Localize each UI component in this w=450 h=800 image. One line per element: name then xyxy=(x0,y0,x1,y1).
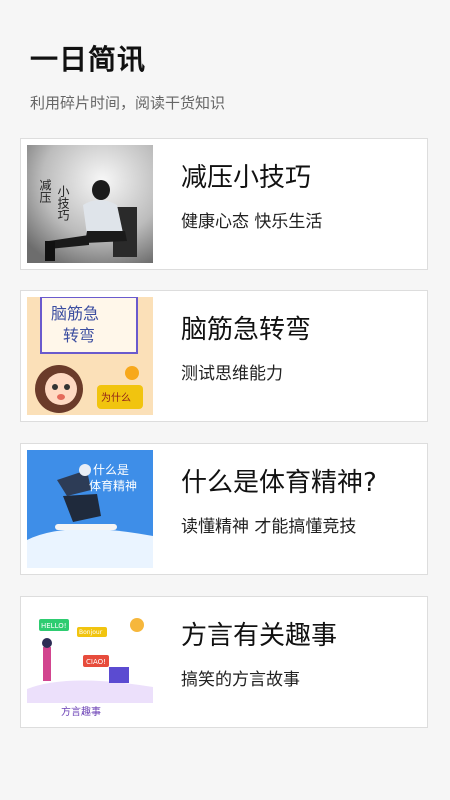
card-subtitle: 读懂精神 才能搞懂竞技 xyxy=(181,517,357,537)
thumb-text-1: 减压 xyxy=(38,179,52,203)
article-card-brain-teaser[interactable]: 脑筋急 转弯 为什么 脑筋急转弯 测试思维能力 xyxy=(20,290,428,422)
snowboarder-image: 什么是 体育精神 xyxy=(27,450,153,568)
thumb-text-2: 小技巧 xyxy=(56,185,70,221)
card-subtitle: 搞笑的方言故事 xyxy=(181,670,300,690)
page-title: 一日简讯 xyxy=(30,43,147,76)
thumb-text-4: 方言趣事 xyxy=(61,705,101,718)
brain-teaser-cartoon-image: 脑筋急 转弯 为什么 xyxy=(27,297,153,415)
page-subtitle: 利用碎片时间，阅读干货知识 xyxy=(30,94,226,112)
card-title: 脑筋急转弯 xyxy=(181,315,312,345)
thumb-text-1: 脑筋急 xyxy=(51,304,99,323)
card-title: 什么是体育精神? xyxy=(181,468,377,498)
thumb-text-3: 为什么 xyxy=(101,392,131,404)
card-subtitle: 测试思维能力 xyxy=(181,364,283,384)
article-card-sportsmanship[interactable]: 什么是 体育精神 什么是体育精神? 读懂精神 才能搞懂竞技 xyxy=(20,443,428,575)
thumb-text-2: Bonjour xyxy=(79,629,103,636)
dialect-illustration-image: HELLO! Bonjour CIAO! 方言趣事 xyxy=(27,603,153,721)
article-card-dialect-stories[interactable]: HELLO! Bonjour CIAO! 方言趣事 方言有关趣事 搞笑的方言故事 xyxy=(20,596,428,728)
thumb-text-1: 什么是 xyxy=(93,463,129,477)
thumb-text-1: HELLO! xyxy=(41,622,67,630)
thumb-text-3: CIAO! xyxy=(86,658,106,666)
card-subtitle: 健康心态 快乐生活 xyxy=(181,212,323,232)
card-title: 减压小技巧 xyxy=(181,163,312,193)
article-card-stress-tips[interactable]: 减压 小技巧 减压小技巧 健康心态 快乐生活 xyxy=(20,138,428,270)
stressed-man-image: 减压 小技巧 xyxy=(27,145,153,263)
thumb-text-2: 体育精神 xyxy=(89,478,137,493)
card-title: 方言有关趣事 xyxy=(181,621,338,651)
thumb-text-2: 转弯 xyxy=(63,326,95,345)
page-header: 一日简讯 利用碎片时间，阅读干货知识 xyxy=(0,0,450,112)
